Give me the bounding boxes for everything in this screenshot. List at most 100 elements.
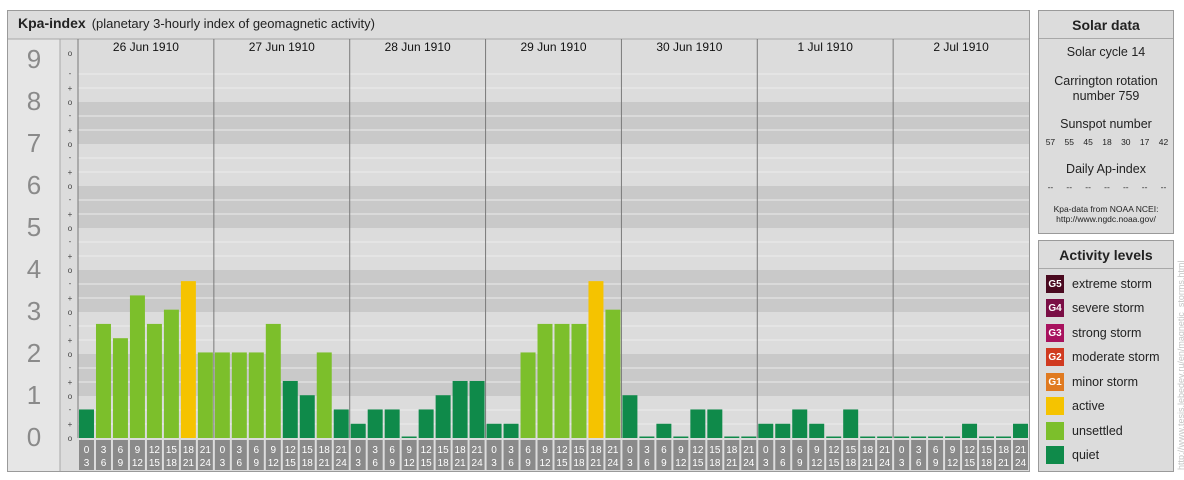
y-minor-tick-label: - (69, 405, 72, 414)
legend-item-moderate-storm: G2 moderate storm (1046, 347, 1160, 367)
y-minor-tick-label: o (68, 98, 73, 107)
legend-label: unsettled (1072, 424, 1123, 438)
interval-end-label: 9 (661, 458, 667, 469)
solar-data-title: Solar data (1039, 11, 1173, 39)
kpa-bar (384, 409, 400, 438)
interval-start-label: 15 (166, 445, 178, 456)
legend-swatch (1046, 446, 1064, 464)
interval-start-label: 3 (644, 445, 650, 456)
kpa-bar (554, 323, 570, 438)
y-minor-tick-label: o (68, 49, 73, 58)
kpa-bar (639, 436, 655, 438)
chart-band (78, 144, 1029, 186)
interval-end-label: 21 (455, 458, 467, 469)
interval-start-label: 3 (780, 445, 786, 456)
interval-end-label: 18 (709, 458, 721, 469)
interval-start-label: 15 (981, 445, 993, 456)
kpa-bar (265, 323, 281, 438)
interval-start-label: 3 (916, 445, 922, 456)
legend-swatch: G5 (1046, 275, 1064, 293)
kpa-bar (962, 423, 978, 438)
kpa-bar (979, 436, 995, 438)
kpa-bar (775, 423, 791, 438)
y-minor-tick-label: o (68, 350, 73, 359)
y-minor-tick-label: o (68, 182, 73, 191)
interval-end-label: 24 (1015, 458, 1027, 469)
y-tick-label: 6 (27, 170, 41, 200)
kpa-bar (860, 436, 876, 438)
interval-end-label: 15 (285, 458, 297, 469)
interval-end-label: 6 (101, 458, 107, 469)
kpa-bar (894, 436, 910, 438)
sunspot-value: 57 (1045, 137, 1056, 147)
legend-item-active: active (1046, 396, 1105, 416)
y-tick-label: 3 (27, 296, 41, 326)
chart-band (78, 228, 1029, 270)
interval-end-label: 15 (828, 458, 840, 469)
ap-value: -- (1104, 182, 1110, 192)
kpa-bar (741, 436, 757, 438)
y-minor-tick-label: - (69, 111, 72, 120)
kpa-bar (571, 323, 587, 438)
ap-value: -- (1141, 182, 1148, 192)
source-watermark: http://www.tesis.lebedev.ru/en/magnetic_… (1176, 260, 1184, 470)
interval-start-label: 3 (237, 445, 243, 456)
kpa-bar (520, 352, 536, 438)
interval-start-label: 9 (814, 445, 820, 456)
interval-end-label: 24 (472, 458, 484, 469)
interval-start-label: 9 (406, 445, 412, 456)
interval-end-label: 12 (539, 458, 551, 469)
y-minor-tick-label: - (69, 321, 72, 330)
ap-value: -- (1085, 182, 1091, 192)
sunspot-value: 30 (1121, 137, 1131, 147)
interval-end-label: 3 (355, 458, 361, 469)
interval-end-label: 15 (149, 458, 161, 469)
y-minor-tick-label: - (69, 153, 72, 162)
y-tick-label: 0 (27, 422, 41, 452)
kpa-bar (707, 409, 723, 438)
kpa-bar (758, 423, 774, 438)
interval-start-label: 15 (438, 445, 450, 456)
kpa-bar (299, 395, 315, 438)
interval-end-label: 9 (797, 458, 803, 469)
activity-levels-panel: Activity levels G5 extreme storm G4 seve… (1038, 240, 1174, 472)
interval-start-label: 15 (302, 445, 314, 456)
legend-swatch (1046, 397, 1064, 415)
kpa-bar (333, 409, 349, 438)
kpa-bar (401, 436, 417, 438)
kpa-bar (163, 309, 179, 438)
interval-start-label: 6 (254, 445, 260, 456)
sunspot-value: 17 (1139, 137, 1150, 147)
legend-swatch: G1 (1046, 373, 1064, 391)
interval-end-label: 6 (508, 458, 514, 469)
day-label: 26 Jun 1910 (113, 40, 179, 54)
y-tick-label: 1 (27, 380, 41, 410)
sunspot-value: 45 (1083, 137, 1093, 147)
day-label: 29 Jun 1910 (520, 40, 586, 54)
legend-item-strong-storm: G3 strong storm (1046, 323, 1141, 343)
interval-end-label: 24 (607, 458, 619, 469)
y-minor-tick-label: - (69, 279, 72, 288)
interval-start-label: 12 (285, 445, 297, 456)
interval-start-label: 18 (455, 445, 467, 456)
data-source-url: http://www.ngdc.noaa.gov/ (1056, 214, 1156, 224)
interval-start-label: 12 (692, 445, 704, 456)
interval-end-label: 12 (404, 458, 416, 469)
day-label: 30 Jun 1910 (656, 40, 722, 54)
y-minor-tick-label: + (68, 168, 73, 177)
interval-start-label: 21 (879, 445, 891, 456)
interval-start-label: 12 (149, 445, 161, 456)
kpa-bar (911, 436, 927, 438)
kpa-bar (928, 436, 944, 438)
kpa-bar (792, 409, 808, 438)
activity-levels-title: Activity levels (1039, 241, 1173, 269)
daily-ap-label: Daily Ap-index (1066, 162, 1146, 176)
sunspot-number-label: Sunspot number (1060, 117, 1152, 131)
kpa-bar (197, 352, 213, 438)
kpa-bar (129, 295, 145, 438)
kpa-bar (146, 323, 162, 438)
kpa-bar (588, 281, 604, 438)
interval-start-label: 6 (661, 445, 667, 456)
interval-end-label: 6 (780, 458, 786, 469)
interval-end-label: 12 (268, 458, 280, 469)
